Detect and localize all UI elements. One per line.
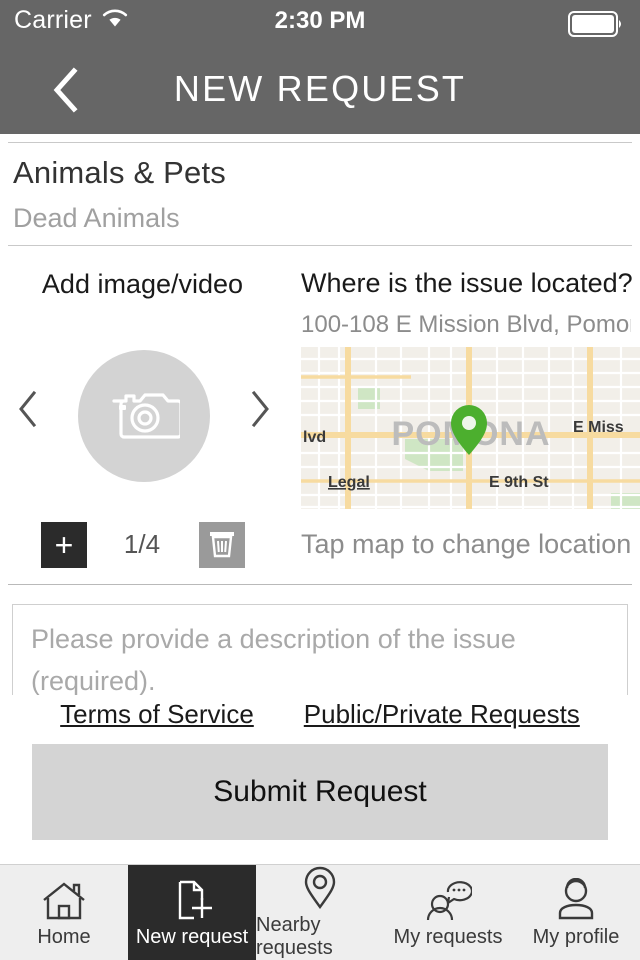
media-section-label: Add image/video [41,269,244,299]
status-bar: Carrier 2:30 PM [0,0,640,44]
page-title: NEW REQUEST [173,68,467,109]
delete-media-button[interactable] [199,522,245,568]
tab-new-request[interactable]: New request [128,865,256,960]
map-pin-icon [302,865,338,910]
camera-icon [108,385,183,448]
description-placeholder: Please provide a description of the issu… [31,624,516,696]
chevron-right-icon [248,389,272,434]
tab-label-home: Home [37,926,91,948]
tab-home[interactable]: Home [0,865,128,960]
next-media-button[interactable] [240,386,280,436]
chevron-left-icon [16,389,40,434]
tab-my-requests[interactable]: My requests [384,865,512,960]
svg-text:E Miss: E Miss [573,419,624,436]
svg-text:E 9th St: E 9th St [489,474,549,491]
divider-category [8,245,632,246]
map-hint-label: Tap map to change location [301,529,632,559]
tab-my-profile[interactable]: My profile [512,865,640,960]
location-map[interactable]: POMONA lvd E Miss Legal E 9th St [301,347,640,509]
add-media-button[interactable]: + [41,522,87,568]
tab-label-my-requests: My requests [393,926,503,948]
tab-label-my-profile: My profile [532,926,620,948]
trash-icon [207,527,237,564]
svg-text:Legal: Legal [328,474,370,491]
media-placeholder[interactable] [78,350,210,482]
terms-of-service-link[interactable]: Terms of Service [60,699,254,730]
tab-label-nearby-requests: Nearby requests [256,914,333,959]
svg-text:lvd: lvd [303,429,326,446]
add-media-label: + [54,527,74,563]
category-name: Animals & Pets [13,155,226,190]
battery-full-icon [568,11,624,42]
person-icon [554,876,598,922]
previous-media-button[interactable] [8,386,48,436]
tab-label-new-request: New request [135,926,249,948]
media-counter: 1/4 [123,529,161,559]
divider-top [8,142,632,143]
tab-nearby-requests[interactable]: Nearby requests [256,865,384,960]
public-private-requests-link[interactable]: Public/Private Requests [304,699,580,730]
person-chat-icon [424,876,472,922]
location-address: 100-108 E Mission Blvd, Pomon… [301,311,631,338]
nav-header: NEW REQUEST [0,44,640,134]
bottom-tab-bar: Home New request Nearby requests My requ… [0,864,640,960]
submit-request-button[interactable]: Submit Request [32,744,608,840]
document-plus-icon [168,876,216,922]
home-icon [40,876,88,922]
status-time: 2:30 PM [274,7,366,34]
location-section-label: Where is the issue located? [301,268,633,298]
legal-links: Terms of Service Public/Private Requests [0,695,640,730]
app-screen: Carrier 2:30 PM NEW REQUEST Animals & Pe… [0,0,640,960]
divider-description [8,584,632,585]
subcategory-name: Dead Animals [13,203,180,233]
